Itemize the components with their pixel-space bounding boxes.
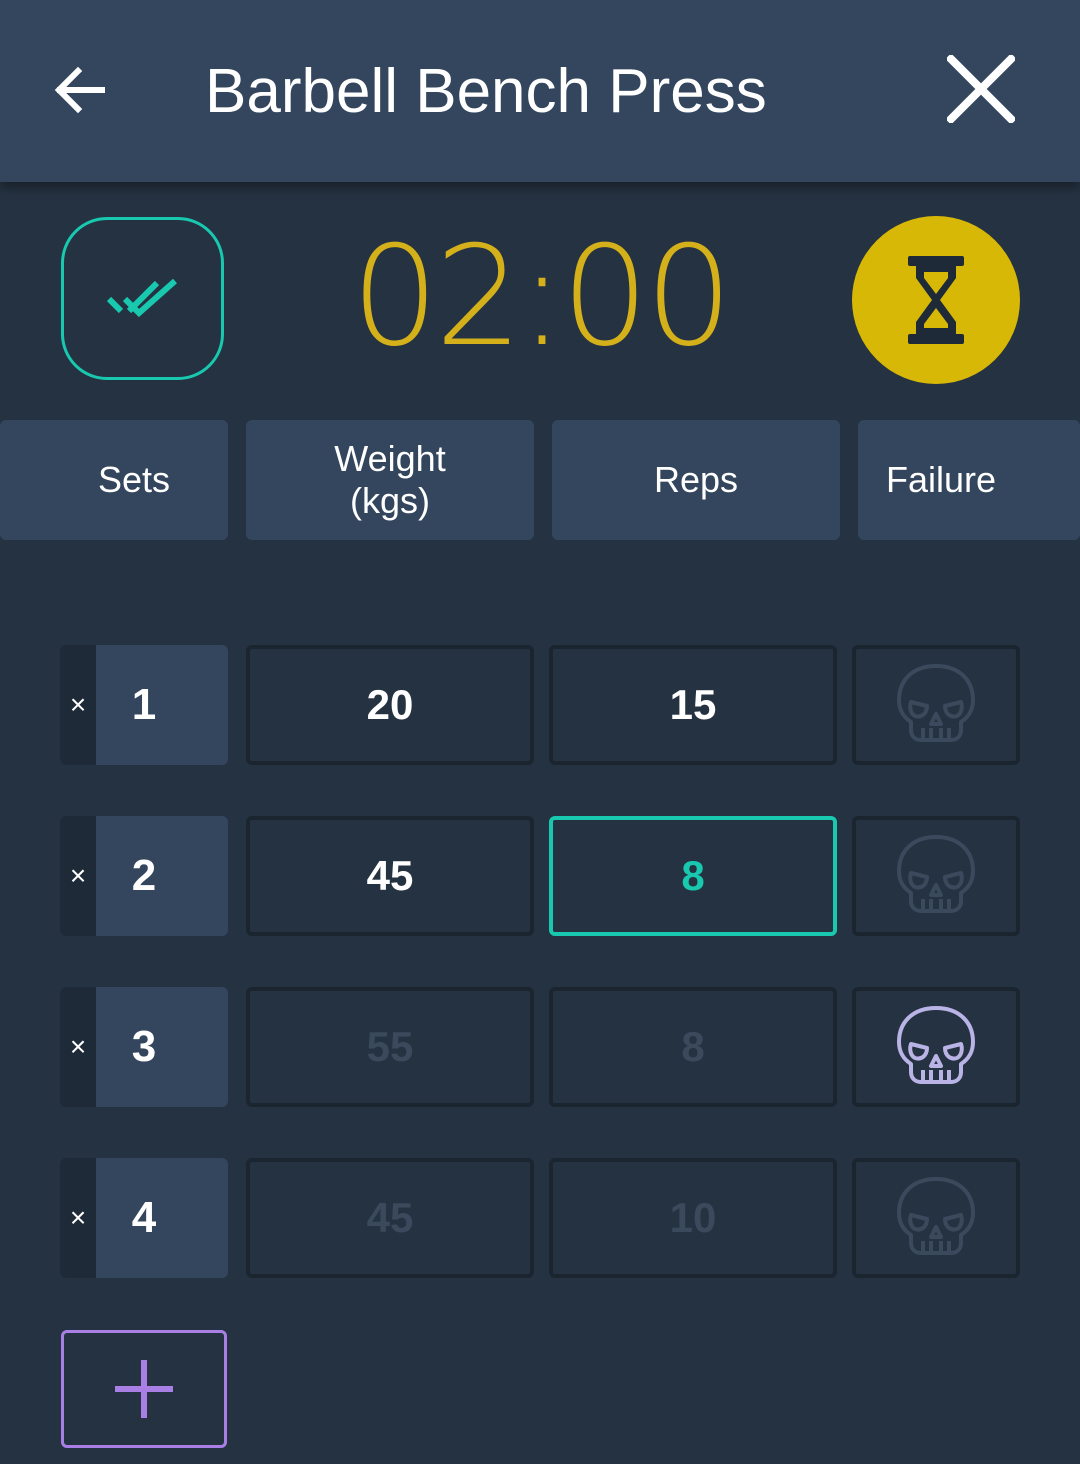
back-button[interactable] (40, 50, 120, 130)
failure-toggle[interactable] (852, 645, 1020, 765)
page-title: Barbell Bench Press (205, 57, 767, 126)
weight-input[interactable]: 55 (246, 987, 534, 1107)
column-header-reps-label: Reps (653, 459, 739, 500)
hourglass-icon (908, 256, 964, 344)
plus-icon (115, 1360, 173, 1418)
reps-input[interactable]: 8 (549, 987, 837, 1107)
column-header-weight: Weight (kgs) (246, 420, 534, 540)
app-bar: Barbell Bench Press (0, 0, 1080, 182)
set-number-cell: × 2 (60, 816, 228, 936)
set-row: × 4 45 10 (0, 1158, 1080, 1278)
set-row: × 1 20 15 (0, 645, 1080, 765)
column-header-weight-label: Weight (kgs) (334, 438, 446, 521)
failure-toggle[interactable] (852, 987, 1020, 1107)
column-header-failure: Failure (858, 420, 1080, 540)
weight-input[interactable]: 45 (246, 816, 534, 936)
set-number-cell: × 1 (60, 645, 228, 765)
rest-timer-button[interactable] (852, 216, 1020, 384)
remove-set-button[interactable]: × (60, 1158, 96, 1278)
failure-toggle[interactable] (852, 816, 1020, 936)
skull-icon (897, 664, 975, 742)
column-header-reps: Reps (552, 420, 840, 540)
add-set-button[interactable] (61, 1330, 227, 1448)
weight-input[interactable]: 20 (246, 645, 534, 765)
skull-icon (897, 835, 975, 913)
reps-input[interactable]: 10 (549, 1158, 837, 1278)
set-row: × 3 55 8 (0, 987, 1080, 1107)
remove-set-button[interactable]: × (60, 645, 96, 765)
reps-input[interactable]: 8 (549, 816, 837, 936)
set-number: 1 (131, 680, 157, 729)
weight-input[interactable]: 45 (246, 1158, 534, 1278)
failure-toggle[interactable] (852, 1158, 1020, 1278)
remove-set-button[interactable]: × (60, 987, 96, 1107)
set-number-cell: × 3 (60, 987, 228, 1107)
skull-icon (897, 1006, 975, 1084)
double-check-icon (106, 278, 177, 317)
remove-set-button[interactable]: × (60, 816, 96, 936)
column-header-sets: Sets (0, 420, 228, 540)
arrow-left-icon (54, 66, 105, 114)
close-button[interactable] (936, 44, 1026, 134)
set-row: × 2 45 8 (0, 816, 1080, 936)
column-header-sets-label: Sets (97, 459, 171, 500)
set-number: 4 (131, 1193, 157, 1242)
set-number-cell: × 4 (60, 1158, 228, 1278)
column-header-failure-label: Failure (886, 459, 997, 500)
reps-input[interactable]: 15 (549, 645, 837, 765)
complete-exercise-button[interactable] (61, 217, 224, 380)
rest-timer-display: 02:00 (351, 216, 733, 377)
close-icon (947, 55, 1015, 123)
set-number: 2 (131, 851, 157, 900)
set-number: 3 (131, 1022, 157, 1071)
skull-icon (897, 1177, 975, 1255)
